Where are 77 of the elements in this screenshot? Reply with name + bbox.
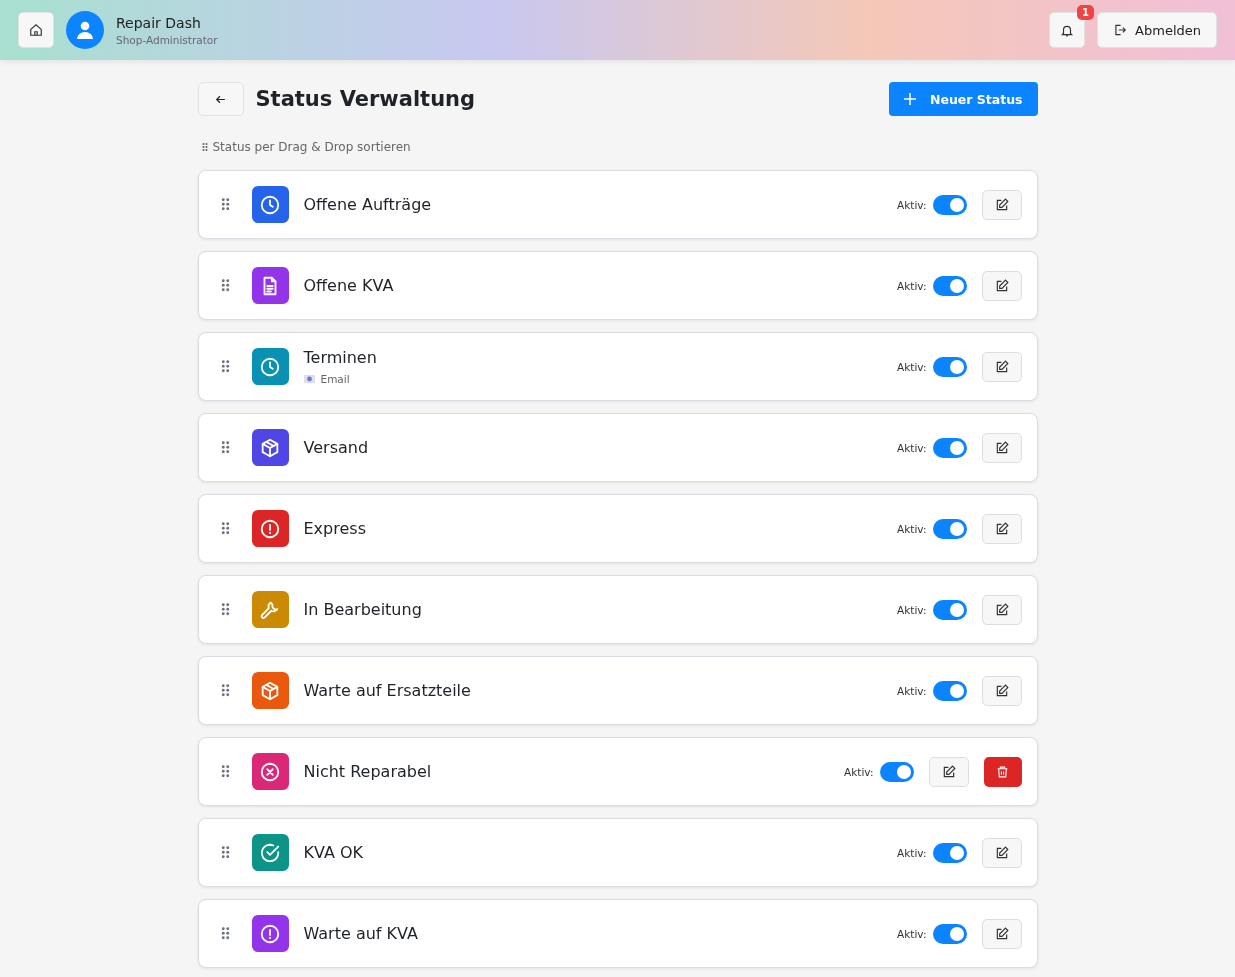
edit-icon	[994, 278, 1009, 293]
drag-handle-icon[interactable]	[220, 197, 230, 212]
drag-handle-icon[interactable]	[220, 602, 230, 617]
drag-handle-icon[interactable]	[220, 521, 230, 536]
home-icon	[29, 23, 43, 37]
active-label: Aktiv:	[897, 684, 927, 697]
active-label: Aktiv:	[897, 198, 927, 211]
edit-button[interactable]	[981, 351, 1022, 382]
active-toggle[interactable]	[932, 194, 967, 215]
email-icon	[303, 375, 315, 383]
status-name: Warte auf Ersatzteile	[303, 681, 472, 700]
status-name: In Bearbeitung	[303, 600, 423, 619]
active-toggle[interactable]	[932, 518, 967, 539]
user-role: Shop-Administrator	[116, 33, 218, 46]
active-toggle[interactable]	[932, 842, 967, 863]
active-toggle[interactable]	[932, 356, 967, 377]
active-label: Aktiv:	[897, 360, 927, 373]
edit-button[interactable]	[981, 918, 1022, 949]
app-name: Repair Dash	[116, 14, 202, 31]
status-name: Nicht Reparabel	[303, 762, 433, 781]
status-name: Warte auf KVA	[303, 924, 419, 943]
home-button[interactable]	[18, 12, 54, 48]
status-subtitle: Email	[320, 373, 350, 385]
edit-icon	[994, 602, 1009, 617]
active-label: Aktiv:	[897, 279, 927, 292]
edit-icon	[994, 521, 1009, 536]
edit-button[interactable]	[981, 594, 1022, 625]
active-toggle[interactable]	[932, 923, 967, 944]
active-label: Aktiv:	[844, 765, 874, 778]
edit-button[interactable]	[981, 513, 1022, 544]
status-name: Versand	[303, 438, 370, 457]
active-label: Aktiv:	[897, 522, 927, 535]
active-label: Aktiv:	[897, 603, 927, 616]
user-avatar	[66, 11, 104, 49]
plus-icon	[903, 93, 916, 105]
status-name: Offene Aufträge	[303, 195, 433, 214]
delete-button[interactable]	[983, 756, 1022, 787]
edit-icon	[994, 926, 1009, 941]
status-name: Express	[303, 519, 367, 538]
active-label: Aktiv:	[897, 441, 927, 454]
logout-button[interactable]: Abmelden	[1097, 12, 1217, 48]
notification-badge: 1	[1077, 5, 1095, 20]
drag-handle-icon[interactable]	[220, 845, 230, 860]
edit-button[interactable]	[981, 189, 1022, 220]
logout-icon	[1113, 23, 1128, 37]
edit-button[interactable]	[981, 675, 1022, 706]
status-name: Offene KVA	[303, 276, 395, 295]
trash-icon	[996, 764, 1009, 779]
sort-hint: Status per Drag & Drop sortieren	[212, 140, 411, 154]
drag-handle-icon[interactable]	[220, 683, 230, 698]
active-toggle[interactable]	[932, 275, 967, 296]
drag-handle-icon[interactable]	[220, 440, 230, 455]
edit-button[interactable]	[981, 270, 1022, 301]
drag-handle-icon[interactable]	[220, 278, 230, 293]
active-label: Aktiv:	[897, 927, 927, 940]
drag-handle-icon[interactable]	[220, 764, 230, 779]
new-status-button[interactable]: Neuer Status	[888, 82, 1038, 116]
active-toggle[interactable]	[932, 437, 967, 458]
drag-handle-icon[interactable]	[220, 359, 230, 374]
edit-icon	[994, 197, 1009, 212]
active-label: Aktiv:	[897, 846, 927, 859]
edit-button[interactable]	[981, 837, 1022, 868]
page-title: Status Verwaltung	[255, 87, 477, 111]
drag-handle-icon[interactable]	[220, 926, 230, 941]
edit-icon	[994, 845, 1009, 860]
active-toggle[interactable]	[879, 761, 914, 782]
active-toggle[interactable]	[932, 680, 967, 701]
edit-icon	[994, 359, 1009, 374]
status-name: Terminen	[303, 348, 378, 367]
edit-icon	[994, 440, 1009, 455]
drag-dots-icon	[201, 142, 208, 152]
edit-button[interactable]	[928, 756, 969, 787]
edit-icon	[941, 764, 956, 779]
active-toggle[interactable]	[932, 599, 967, 620]
edit-icon	[994, 683, 1009, 698]
status-name: KVA OK	[303, 843, 365, 862]
edit-button[interactable]	[981, 432, 1022, 463]
